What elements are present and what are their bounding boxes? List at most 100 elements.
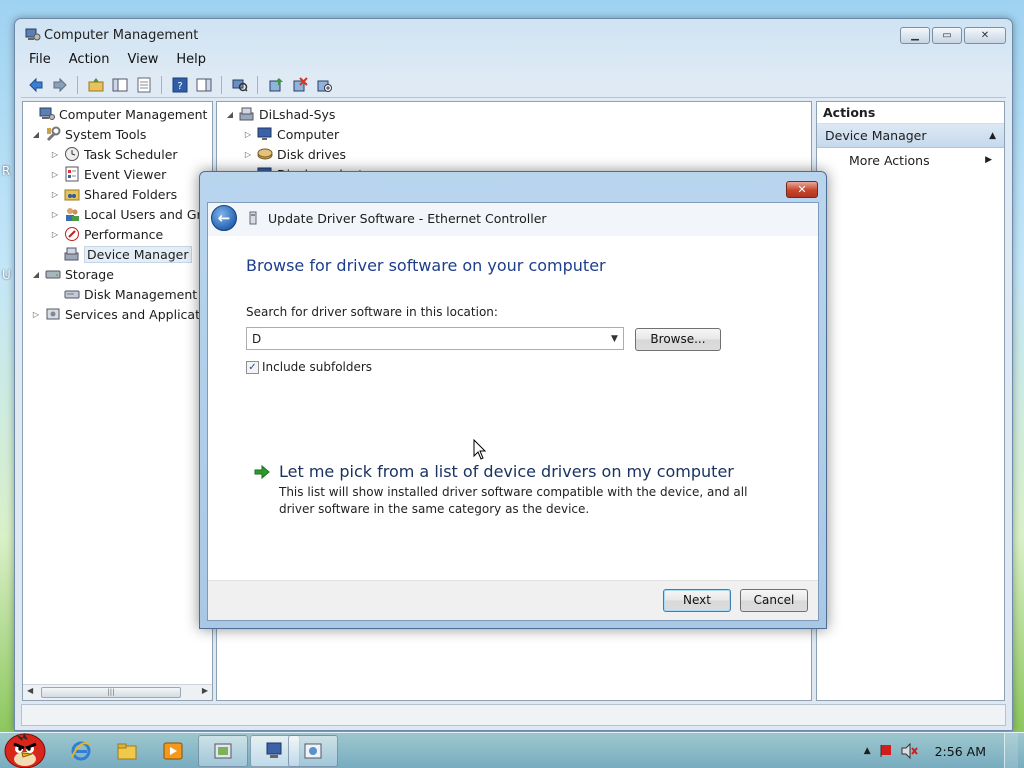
menu-help[interactable]: Help	[168, 50, 214, 70]
update-driver-button[interactable]	[265, 75, 286, 95]
collapse-icon[interactable]: ◢	[31, 270, 41, 279]
menu-file[interactable]: File	[21, 50, 59, 70]
expand-icon[interactable]: ▷	[50, 170, 60, 179]
back-button[interactable]	[25, 75, 46, 95]
menu-action[interactable]: Action	[61, 50, 118, 70]
show-desktop-button[interactable]	[1004, 733, 1018, 768]
browse-button[interactable]: Browse...	[635, 328, 721, 351]
collapse-icon[interactable]: ◢	[31, 130, 41, 139]
disable-device-button[interactable]	[313, 75, 334, 95]
expand-icon[interactable]: ▷	[243, 130, 253, 139]
clock-icon	[65, 147, 79, 161]
include-subfolders-checkbox[interactable]: ✓	[246, 360, 259, 374]
pick-from-list-link[interactable]: Let me pick from a list of device driver…	[279, 462, 734, 481]
minimize-button[interactable]: ▁	[900, 27, 930, 44]
title-bar[interactable]: Computer Management ▁ ▭ ✕	[15, 19, 1012, 51]
tree-item-system-tools[interactable]: ◢ System Tools	[31, 124, 146, 144]
actions-section-label: Device Manager	[825, 128, 927, 143]
tree-item-label: System Tools	[65, 126, 147, 142]
collapse-icon[interactable]: ◢	[225, 110, 235, 119]
tree-item-shared-folders[interactable]: ▷ Shared Folders	[50, 184, 177, 204]
expand-icon[interactable]: ▷	[31, 310, 41, 319]
horizontal-scrollbar[interactable]: ◀ ||| ▶	[23, 684, 212, 700]
toolbar: ?	[21, 72, 1006, 98]
help-button[interactable]: ?	[169, 75, 190, 95]
expand-icon[interactable]: ▷	[50, 230, 60, 239]
show-action-pane-button[interactable]	[193, 75, 214, 95]
expand-icon[interactable]: ▷	[50, 210, 60, 219]
device-host[interactable]: ◢ DiLshad-Sys	[225, 104, 336, 124]
computer-management-icon	[266, 742, 282, 758]
dropdown-arrow-icon[interactable]: ▼	[606, 334, 623, 344]
performance-icon	[65, 227, 79, 241]
computer-icon	[239, 107, 254, 121]
tree-item-task-scheduler[interactable]: ▷ Task Scheduler	[50, 144, 178, 164]
dialog-close-button[interactable]: ✕	[786, 181, 818, 198]
taskbar-clock[interactable]: 2:56 AM	[935, 744, 986, 759]
action-pane-icon	[196, 78, 211, 91]
storage-icon	[45, 270, 61, 279]
dialog-footer: Next Cancel	[208, 580, 818, 620]
tree-item-disk-management[interactable]: Disk Management	[50, 284, 197, 304]
taskbar-task-explorer[interactable]	[198, 735, 248, 767]
tree-item-device-manager[interactable]: Device Manager	[50, 244, 192, 264]
taskbar-internet-explorer[interactable]	[66, 736, 96, 766]
tree-item-performance[interactable]: ▷ Performance	[50, 224, 163, 244]
users-icon	[66, 208, 79, 221]
monitor-icon	[257, 127, 272, 140]
tree-item-event-viewer[interactable]: ▷ Event Viewer	[50, 164, 166, 184]
disable-device-icon	[317, 80, 332, 92]
forward-button[interactable]	[49, 75, 70, 95]
tree-item-label: Task Scheduler	[84, 146, 178, 162]
services-icon	[46, 308, 60, 320]
action-center-flag-icon[interactable]	[879, 744, 893, 758]
scan-hardware-button[interactable]	[229, 75, 250, 95]
expand-icon[interactable]: ▷	[50, 190, 60, 199]
internet-explorer-icon	[71, 741, 91, 761]
scrollbar-thumb[interactable]: |||	[41, 687, 181, 698]
computer-management-icon	[39, 107, 55, 120]
expand-icon[interactable]: ▷	[50, 150, 60, 159]
next-button[interactable]: Next	[663, 589, 731, 612]
properties-button[interactable]	[133, 75, 154, 95]
show-hidden-icons-arrow-icon[interactable]: ▲	[864, 746, 871, 756]
update-driver-icon	[269, 77, 283, 91]
toolbar-separator	[257, 75, 258, 94]
volume-muted-icon[interactable]	[901, 743, 919, 759]
tree-item-storage[interactable]: ◢ Storage	[31, 264, 114, 284]
tree-item-label: Storage	[65, 266, 114, 282]
show-hide-tree-button[interactable]	[109, 75, 130, 95]
up-level-button[interactable]	[85, 75, 106, 95]
tree-item-root[interactable]: Computer Management (Loca	[25, 104, 212, 124]
scroll-left-icon[interactable]: ◀	[27, 686, 33, 695]
taskbar: ▲ 2:56 AM	[0, 732, 1024, 768]
device-category-disk-drives[interactable]: ▷ Disk drives	[243, 144, 346, 164]
close-button[interactable]: ✕	[964, 27, 1006, 44]
driver-path-combobox[interactable]: D ▼	[246, 327, 624, 350]
system-tray: ▲ 2:56 AM	[864, 733, 1024, 768]
actions-section-device-manager[interactable]: Device Manager ▲	[817, 124, 1004, 148]
tree-item-services[interactable]: ▷ Services and Application	[31, 304, 212, 324]
console-tree: Computer Management (Loca ◢ System Tools…	[22, 101, 213, 701]
expand-icon[interactable]: ▷	[243, 150, 253, 159]
tree-item-local-users[interactable]: ▷ Local Users and Gro	[50, 204, 209, 224]
dialog-back-button[interactable]: ←	[211, 205, 237, 231]
maximize-button[interactable]: ▭	[932, 27, 962, 44]
explorer-window-icon	[214, 743, 232, 759]
update-driver-dialog: ✕ ← Update Driver Software - Ethernet Co…	[199, 171, 827, 629]
collapse-up-icon[interactable]: ▲	[989, 131, 996, 141]
device-category-computer[interactable]: ▷ Computer	[243, 124, 339, 144]
include-subfolders-option[interactable]: ✓ Include subfolders	[246, 360, 372, 374]
uninstall-button[interactable]	[289, 75, 310, 95]
taskbar-media-player[interactable]	[158, 736, 188, 766]
start-button-angry-bird-icon[interactable]	[2, 727, 48, 768]
tree-item-label: Disk Management	[84, 286, 198, 302]
scroll-right-icon[interactable]: ▶	[202, 686, 208, 695]
update-driver-window-icon	[304, 743, 322, 759]
menu-view[interactable]: View	[119, 50, 166, 70]
taskbar-task-update-driver[interactable]	[288, 735, 338, 767]
taskbar-explorer[interactable]	[112, 736, 142, 766]
cancel-button[interactable]: Cancel	[740, 589, 808, 612]
driver-path-value[interactable]: D	[247, 332, 606, 346]
more-actions-item[interactable]: More Actions ▶	[817, 148, 1004, 172]
